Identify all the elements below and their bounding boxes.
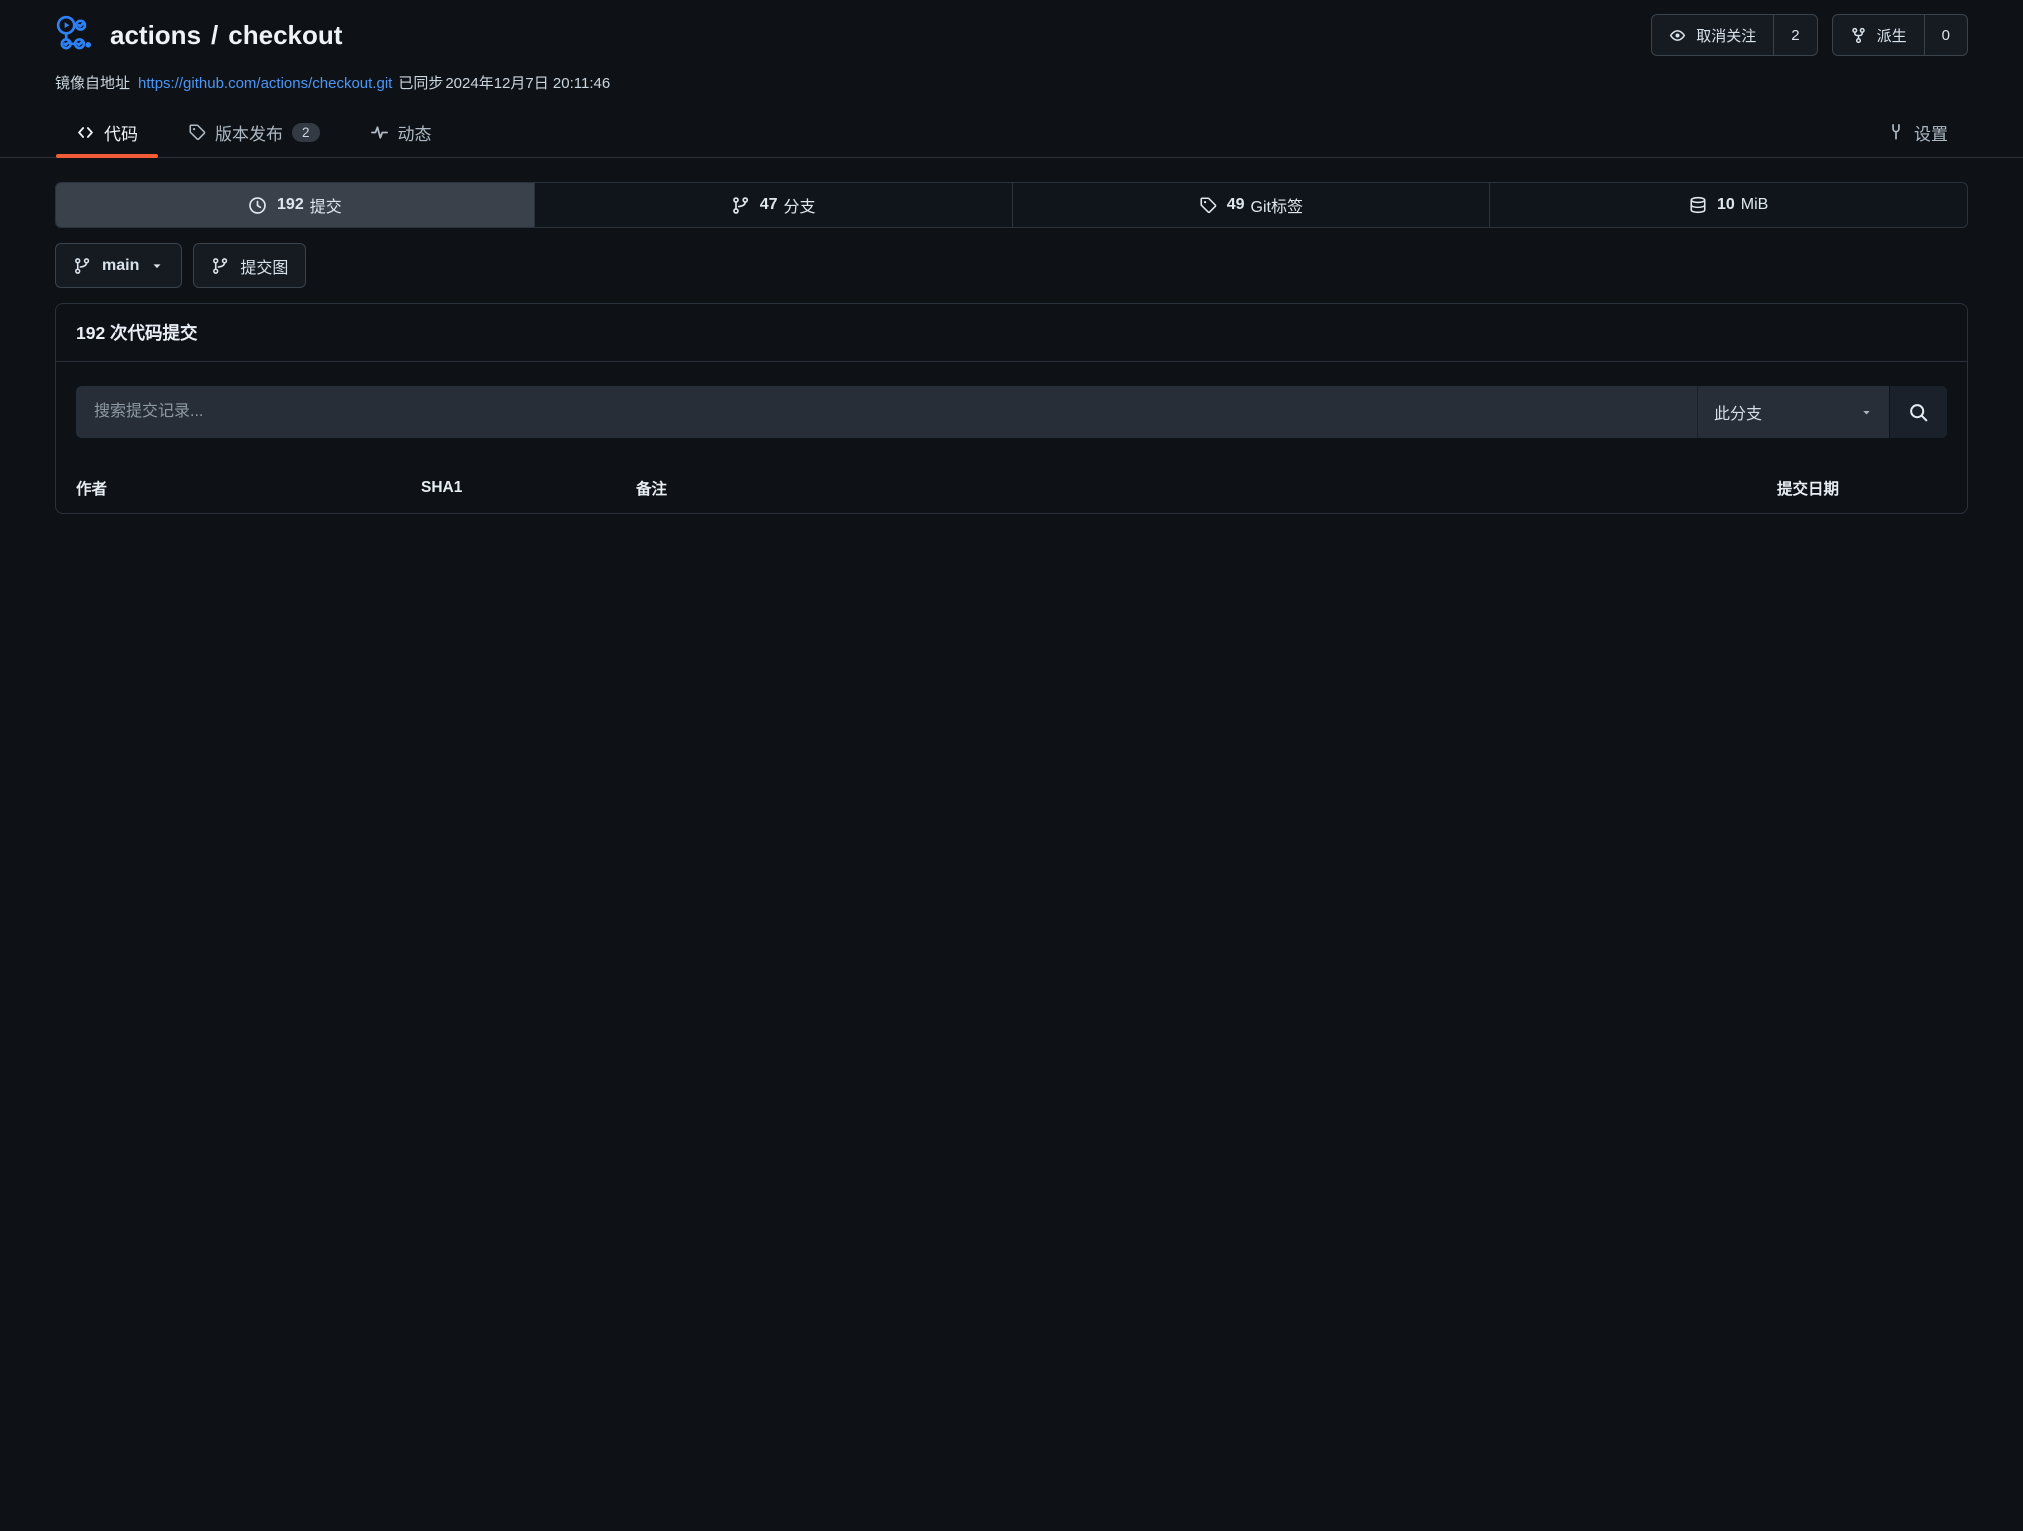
branch-icon <box>73 257 91 275</box>
repo-stats-bar: 192 提交 47 分支 49 Git标签 10 MiB <box>55 182 1968 228</box>
repo-tabs: 代码 版本发布 2 动态 设置 <box>0 107 2023 158</box>
chevron-down-icon <box>1860 406 1873 419</box>
unwatch-button[interactable]: 取消关注 2 <box>1651 14 1817 56</box>
repo-name-link[interactable]: checkout <box>228 20 342 50</box>
unwatch-label: 取消关注 <box>1696 25 1756 46</box>
forks-count[interactable]: 0 <box>1924 15 1967 55</box>
branch-toolbar: main 提交图 <box>55 243 1968 288</box>
column-message: 备注 <box>636 477 1559 499</box>
column-sha: SHA1 <box>421 479 636 497</box>
fork-button[interactable]: 派生 0 <box>1832 14 1968 56</box>
fork-label: 派生 <box>1877 25 1907 46</box>
stat-tags[interactable]: 49 Git标签 <box>1012 183 1490 227</box>
releases-count-badge: 2 <box>292 123 320 142</box>
search-commits-input[interactable] <box>76 386 1697 438</box>
search-button[interactable] <box>1889 386 1947 438</box>
wrench-icon <box>1887 123 1905 141</box>
tab-settings[interactable]: 设置 <box>1867 107 1968 157</box>
commits-label: 提交 <box>310 193 342 217</box>
current-branch: main <box>102 257 139 275</box>
commit-search-row: 此分支 <box>56 362 1967 438</box>
watchers-count[interactable]: 2 <box>1773 15 1816 55</box>
chevron-down-icon <box>150 259 164 273</box>
commits-panel: 192 次代码提交 此分支 作者 SHA1 备注 提交日期 <box>55 303 1968 514</box>
mirror-url-link[interactable]: https://github.com/actions/checkout.git <box>138 75 392 92</box>
column-author: 作者 <box>76 477 421 499</box>
stat-size[interactable]: 10 MiB <box>1489 183 1967 227</box>
tab-releases[interactable]: 版本发布 2 <box>168 107 340 157</box>
commits-count: 192 <box>277 196 304 214</box>
sync-time: 2024年12月7日 20:11:46 <box>445 75 610 92</box>
commit-graph-button[interactable]: 提交图 <box>193 243 306 288</box>
branches-label: 分支 <box>784 193 816 217</box>
search-icon <box>1908 402 1929 423</box>
tab-releases-label: 版本发布 <box>215 120 283 145</box>
graph-icon <box>211 257 229 275</box>
code-icon <box>76 123 95 142</box>
eye-icon <box>1669 27 1686 44</box>
commits-heading: 192 次代码提交 <box>56 304 1967 362</box>
column-date: 提交日期 <box>1559 477 1839 499</box>
mirror-prefix: 镜像自地址 <box>55 75 130 92</box>
size-label: MiB <box>1741 196 1769 214</box>
repo-owner-link[interactable]: actions <box>110 20 201 50</box>
clock-history-icon <box>248 196 267 215</box>
branches-count: 47 <box>760 196 778 214</box>
commit-graph-label: 提交图 <box>240 254 288 278</box>
database-icon <box>1689 196 1707 214</box>
tab-settings-label: 设置 <box>1914 120 1948 145</box>
branch-icon <box>731 196 750 215</box>
stat-commits[interactable]: 192 提交 <box>56 183 534 227</box>
tab-activity[interactable]: 动态 <box>350 107 452 157</box>
tag-icon <box>188 123 206 141</box>
repo-actions: 取消关注 2 派生 0 <box>1651 14 1968 56</box>
commits-table-header: 作者 SHA1 备注 提交日期 <box>56 462 1967 513</box>
branch-scope-dropdown[interactable]: 此分支 <box>1697 386 1889 438</box>
sync-label: 已同步 <box>398 75 443 92</box>
repo-title: actions / checkout <box>55 14 342 56</box>
repo-header: actions / checkout 取消关注 2 派生 0 <box>0 0 2023 56</box>
stat-branches[interactable]: 47 分支 <box>534 183 1012 227</box>
repo-title-separator: / <box>211 20 218 50</box>
size-count: 10 <box>1717 196 1735 214</box>
tags-count: 49 <box>1227 196 1245 214</box>
repo-avatar-icon <box>55 14 97 56</box>
tags-label: Git标签 <box>1251 193 1303 217</box>
tab-code-label: 代码 <box>104 120 138 145</box>
tab-activity-label: 动态 <box>398 120 432 145</box>
commit-searchbar: 此分支 <box>76 386 1947 438</box>
mirror-info: 镜像自地址 https://github.com/actions/checkout… <box>0 56 2023 93</box>
branch-selector[interactable]: main <box>55 243 182 288</box>
branch-scope-label: 此分支 <box>1714 400 1762 424</box>
fork-icon <box>1850 27 1867 44</box>
tab-code[interactable]: 代码 <box>56 107 158 157</box>
pulse-icon <box>370 123 389 142</box>
tag-icon <box>1199 196 1217 214</box>
